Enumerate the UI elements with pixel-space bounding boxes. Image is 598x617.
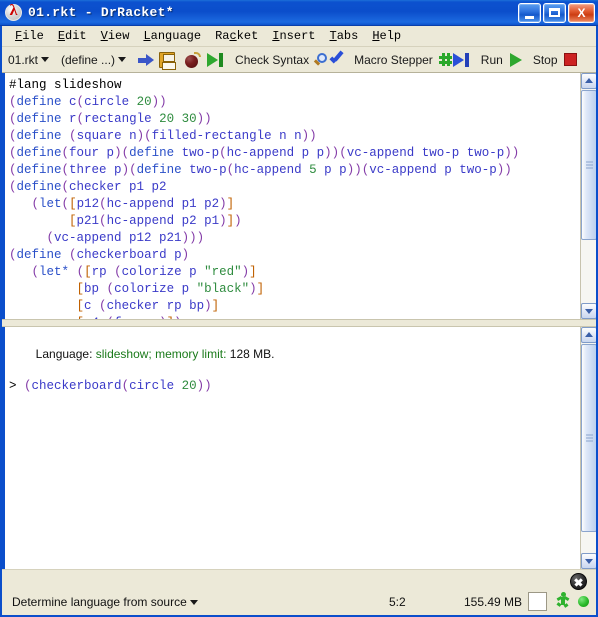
magnifier-icon[interactable] [313,52,329,67]
chevron-down-icon[interactable] [118,57,127,62]
window-title: 01.rkt - DrRacket* [28,5,174,20]
stop-button[interactable]: Stop [533,53,558,67]
chevron-down-icon [189,600,198,606]
language-prefix-label: Language: [35,347,96,361]
minimize-button[interactable] [518,2,541,23]
close-button[interactable]: X [568,2,595,23]
menu-bar: File Edit View Language Racket Insert Ta… [2,26,596,47]
menu-language[interactable]: Language [136,28,208,44]
code-line: (let([p12(hc-append p1 p2)] [31,197,235,211]
code-line: #lang slideshow [9,78,122,92]
menu-tabs[interactable]: Tabs [323,28,366,44]
toolbar: 01.rkt (define ...) Check Syntax Macro S… [2,47,596,73]
menu-view[interactable]: View [94,28,137,44]
language-selector-button[interactable]: Determine language from source [12,595,200,609]
scroll-up-arrow-icon[interactable] [581,327,596,343]
menu-help[interactable]: Help [365,28,408,44]
scroll-down-arrow-icon[interactable] [581,553,596,569]
code-line: (define (checkerboard p) [9,248,190,262]
code-line: (define(checker p1 p2 [9,180,167,194]
code-line: (vc-append p12 p21))) [46,231,205,245]
scroll-up-arrow-icon[interactable] [581,73,596,89]
running-person-icon [556,592,570,611]
scroll-thumb[interactable] [581,344,596,532]
language-name-label: slideshow; memory limit: [95,347,230,361]
close-icon: X [577,5,586,20]
blue-play-bar-icon[interactable] [452,52,471,68]
menu-insert[interactable]: Insert [265,28,322,44]
language-selector-label: Determine language from source [12,595,187,609]
code-line: (define r(rectangle 20 30)) [9,112,212,126]
bomb-debug-icon[interactable] [185,51,202,68]
code-line: (define (square n)(filled-rectangle n n)… [9,129,317,143]
memory-collect-button[interactable] [528,592,547,611]
definitions-pane[interactable]: #lang slideshow (define c(circle 20)) (def… [2,73,596,319]
red-stop-square-icon[interactable] [563,52,578,67]
racket-lambda-icon [4,2,24,23]
check-syntax-button[interactable]: Check Syntax [235,53,309,67]
definitions-scrollbar[interactable] [580,73,596,319]
green-play-bar-icon[interactable] [207,52,225,68]
file-tab-selector[interactable]: 01.rkt [8,53,38,67]
macro-stepper-button[interactable]: Macro Stepper [354,53,433,67]
blue-right-arrow-icon[interactable] [138,53,155,67]
memory-usage-label: 155.49 MB [464,595,523,609]
window-controls: X [518,2,595,23]
maximize-button[interactable] [543,2,566,23]
code-line: [p21(hc-append p2 p1)]) [69,214,242,228]
repl-language-line: Language: slideshow; memory limit: 128 M… [9,330,580,378]
scroll-down-arrow-icon[interactable] [581,303,596,319]
code-line: (define(three p)(define two-p(hc-append … [9,163,512,177]
code-line: (define(four p)(define two-p(hc-append p… [9,146,520,160]
code-line: [bp (colorize p "black")] [76,282,265,296]
drracket-window: 01.rkt - DrRacket* X File Edit View Lang… [0,0,598,617]
definitions-selector[interactable]: (define ...) [61,53,115,67]
green-puzzle-icon[interactable] [438,52,453,67]
menu-file[interactable]: File [8,28,51,44]
interactions-pane[interactable]: Language: slideshow; memory limit: 128 M… [2,327,596,569]
run-button[interactable]: Run [481,53,503,67]
floppy-disk-save-icon[interactable] [159,51,177,70]
pane-splitter[interactable] [2,319,596,327]
status-dot-icon [578,596,589,607]
repl-output[interactable]: Language: slideshow; memory limit: 128 M… [5,327,580,569]
repl-entered-expression: > (checkerboard(circle 20)) [9,379,212,393]
menu-edit[interactable]: Edit [51,28,94,44]
chevron-down-icon[interactable] [41,57,50,62]
blue-checkmark-icon[interactable] [329,50,344,67]
memory-limit-label: 128 MB. [229,347,275,361]
cursor-position-label: 5:2 [389,595,406,609]
menu-racket[interactable]: Racket [208,28,265,44]
status-bar: Determine language from source 5:2 155.4… [2,569,596,615]
scroll-thumb[interactable] [581,90,596,240]
green-play-triangle-icon[interactable] [508,52,523,67]
code-line: (define c(circle 20)) [9,95,167,109]
interactions-scrollbar[interactable] [580,327,596,569]
code-line: (let* ([rp (colorize p "red")] [31,265,257,279]
code-editor[interactable]: #lang slideshow (define c(circle 20)) (def… [5,73,580,319]
close-circle-icon[interactable] [570,573,587,590]
title-bar: 01.rkt - DrRacket* X [0,0,598,26]
code-line: [c (checker rp bp)] [76,299,220,313]
